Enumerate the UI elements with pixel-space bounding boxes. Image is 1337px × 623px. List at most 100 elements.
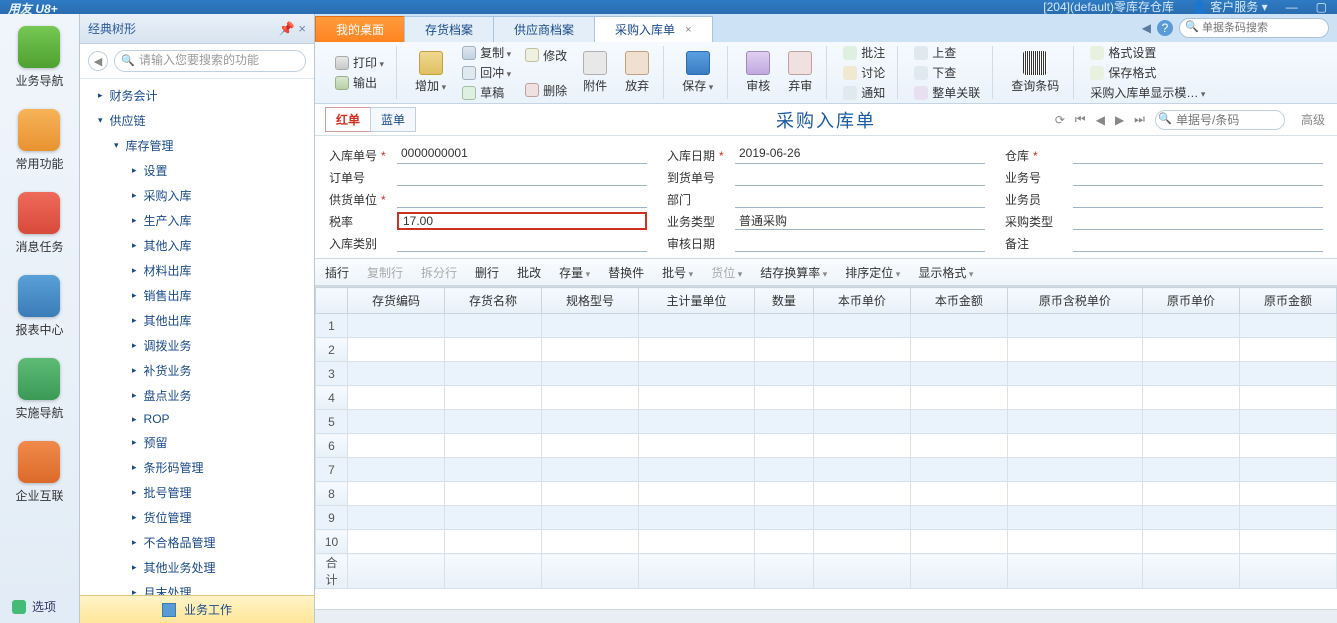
discuss-button[interactable]: 讨论 bbox=[841, 63, 887, 82]
table-row[interactable]: 5 bbox=[316, 410, 1337, 434]
drop-button[interactable]: 放弃 bbox=[621, 49, 653, 96]
conversion-button[interactable]: 结存换算率 bbox=[760, 264, 827, 281]
link-button[interactable]: 整单关联 bbox=[912, 83, 982, 102]
tree-node-批号管理[interactable]: 批号管理 bbox=[80, 480, 314, 505]
col-存货名称[interactable]: 存货名称 bbox=[444, 288, 541, 314]
nav-last-icon[interactable]: ⏭ bbox=[1132, 112, 1147, 127]
display-format-button[interactable]: 显示格式 bbox=[918, 264, 973, 281]
advanced-link[interactable]: 高级 bbox=[1299, 111, 1327, 128]
tab-采购入库单[interactable]: 采购入库单× bbox=[594, 16, 712, 42]
refresh-icon[interactable]: ⟳ bbox=[1053, 113, 1067, 127]
col-本币金额[interactable]: 本币金额 bbox=[910, 288, 1007, 314]
draft-button[interactable]: 草稿 bbox=[460, 83, 513, 102]
print-button[interactable]: 打印 bbox=[333, 53, 386, 72]
save-format-button[interactable]: 保存格式 bbox=[1088, 63, 1207, 82]
input-业务员[interactable] bbox=[1073, 190, 1323, 208]
input-到货单号[interactable] bbox=[735, 168, 985, 186]
table-row[interactable]: 2 bbox=[316, 338, 1337, 362]
win-max[interactable]: ▢ bbox=[1316, 0, 1327, 14]
tree-node-生产入库[interactable]: 生产入库 bbox=[80, 208, 314, 233]
lookup-down-button[interactable]: 下查 bbox=[912, 63, 982, 82]
help-icon[interactable]: ? bbox=[1157, 20, 1173, 36]
tree-node-条形码管理[interactable]: 条形码管理 bbox=[80, 455, 314, 480]
delete-button[interactable]: 删除 bbox=[523, 81, 569, 100]
nav-first-icon[interactable]: ⏮ bbox=[1073, 112, 1088, 127]
display-template-button[interactable]: 采购入库单显示模… bbox=[1088, 83, 1207, 102]
tree-footer-tab[interactable]: 业务工作 bbox=[80, 595, 314, 623]
tab-我的桌面[interactable]: 我的桌面 bbox=[315, 16, 405, 42]
abandon-audit-button[interactable]: 弃审 bbox=[784, 49, 816, 96]
tab-供应商档案[interactable]: 供应商档案 bbox=[493, 16, 595, 42]
launcher-企业互联[interactable]: 企业互联 bbox=[15, 441, 63, 504]
back-icon[interactable]: ◀ bbox=[88, 51, 108, 71]
table-row[interactable]: 1 bbox=[316, 314, 1337, 338]
tree-node-补货业务[interactable]: 补货业务 bbox=[80, 358, 314, 383]
launcher-报表中心[interactable]: 报表中心 bbox=[15, 275, 63, 338]
input-入库类别[interactable] bbox=[397, 234, 647, 252]
input-入库单号[interactable]: 0000000001 bbox=[397, 146, 647, 164]
input-供货单位[interactable] bbox=[397, 190, 647, 208]
close-icon[interactable]: × bbox=[685, 24, 691, 36]
data-grid[interactable]: 存货编码存货名称规格型号主计量单位数量本币单价本币金额原币含税单价原币单价原币金… bbox=[315, 287, 1337, 589]
replace-button[interactable]: 替换件 bbox=[608, 264, 644, 281]
table-row[interactable]: 3 bbox=[316, 362, 1337, 386]
launcher-消息任务[interactable]: 消息任务 bbox=[15, 192, 63, 255]
audit-button[interactable]: 审核 bbox=[742, 49, 774, 96]
launcher-业务导航[interactable]: 业务导航 bbox=[15, 26, 63, 89]
batch-button[interactable]: 批号 bbox=[662, 264, 693, 281]
input-业务类型[interactable]: 普通采购 bbox=[735, 212, 985, 230]
edit-button[interactable]: 修改 bbox=[523, 46, 569, 65]
input-备注[interactable] bbox=[1073, 234, 1323, 252]
tree-node-调拨业务[interactable]: 调拨业务 bbox=[80, 333, 314, 358]
col-原币单价[interactable]: 原币单价 bbox=[1142, 288, 1239, 314]
tab-存货档案[interactable]: 存货档案 bbox=[404, 16, 494, 42]
col-主计量单位[interactable]: 主计量单位 bbox=[638, 288, 754, 314]
tree-node-设置[interactable]: 设置 bbox=[80, 158, 314, 183]
barcode-search-input[interactable] bbox=[1179, 18, 1329, 38]
options-link[interactable]: 选项 bbox=[12, 598, 56, 615]
win-min[interactable]: — bbox=[1286, 0, 1298, 14]
batch-modify-button[interactable]: 批改 bbox=[517, 264, 541, 281]
input-入库日期[interactable]: 2019-06-26 bbox=[735, 146, 985, 164]
tree-node-不合格品管理[interactable]: 不合格品管理 bbox=[80, 530, 314, 555]
table-row[interactable]: 7 bbox=[316, 458, 1337, 482]
tree-node-采购入库[interactable]: 采购入库 bbox=[80, 183, 314, 208]
col-原币金额[interactable]: 原币金额 bbox=[1239, 288, 1336, 314]
bill-search-input[interactable] bbox=[1155, 110, 1285, 130]
tree-node-货位管理[interactable]: 货位管理 bbox=[80, 505, 314, 530]
table-row[interactable]: 6 bbox=[316, 434, 1337, 458]
add-button[interactable]: 增加 bbox=[411, 49, 450, 96]
tree-search-input[interactable]: 请输入您要搜索的功能 bbox=[114, 50, 306, 72]
input-审核日期[interactable] bbox=[735, 234, 985, 252]
col-原币含税单价[interactable]: 原币含税单价 bbox=[1007, 288, 1142, 314]
col-数量[interactable]: 数量 bbox=[755, 288, 814, 314]
input-税率[interactable]: 17.00 bbox=[397, 212, 647, 230]
location-button[interactable]: 货位 bbox=[711, 264, 742, 281]
table-row[interactable]: 9 bbox=[316, 506, 1337, 530]
table-row[interactable]: 8 bbox=[316, 482, 1337, 506]
nav-prev-icon[interactable]: ◀ bbox=[1094, 113, 1107, 127]
col-存货编码[interactable]: 存货编码 bbox=[348, 288, 445, 314]
pin-icon[interactable]: 📌 × bbox=[279, 21, 306, 37]
col-本币单价[interactable]: 本币单价 bbox=[813, 288, 910, 314]
attach-button[interactable]: 附件 bbox=[579, 49, 611, 96]
input-采购类型[interactable] bbox=[1073, 212, 1323, 230]
lookup-up-button[interactable]: 上查 bbox=[912, 43, 982, 62]
tree-node-ROP[interactable]: ROP bbox=[80, 408, 314, 430]
launcher-实施导航[interactable]: 实施导航 bbox=[15, 358, 63, 421]
input-仓库[interactable] bbox=[1073, 146, 1323, 164]
export-button[interactable]: 输出 bbox=[333, 73, 386, 92]
nav-next-icon[interactable]: ▶ bbox=[1113, 113, 1126, 127]
tree-node-财务会计[interactable]: 财务会计 bbox=[80, 83, 314, 108]
input-部门[interactable] bbox=[735, 190, 985, 208]
notify-button[interactable]: 通知 bbox=[841, 83, 887, 102]
input-业务号[interactable] bbox=[1073, 168, 1323, 186]
tree-node-库存管理[interactable]: 库存管理 bbox=[80, 133, 314, 158]
stock-button[interactable]: 存量 bbox=[559, 264, 590, 281]
tree-node-销售出库[interactable]: 销售出库 bbox=[80, 283, 314, 308]
insert-row-button[interactable]: 插行 bbox=[325, 264, 349, 281]
copy-button[interactable]: 复制 bbox=[460, 43, 513, 62]
tree-node-其他出库[interactable]: 其他出库 bbox=[80, 308, 314, 333]
split-row-button[interactable]: 拆分行 bbox=[421, 264, 457, 281]
table-row[interactable]: 10 bbox=[316, 530, 1337, 554]
